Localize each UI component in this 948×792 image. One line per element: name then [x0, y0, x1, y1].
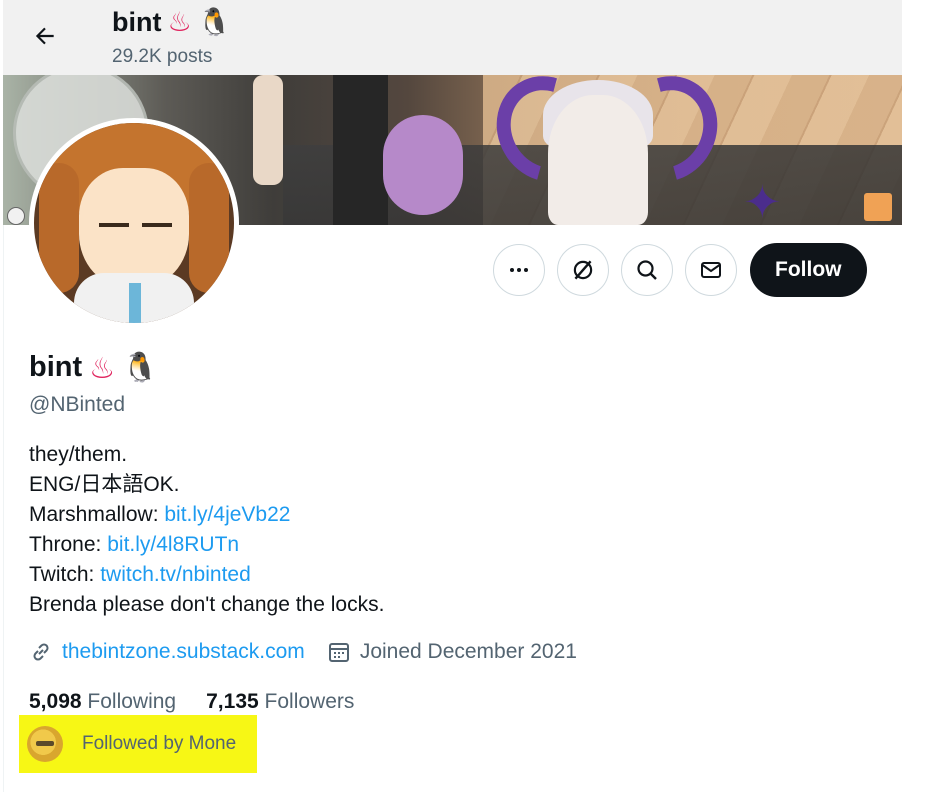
hotspring-emoji-icon: ♨ [89, 350, 116, 385]
search-icon [637, 260, 657, 280]
user-handle: @NBinted [29, 393, 126, 416]
link-icon [33, 643, 49, 661]
penguin-emoji-icon: 🐧 [197, 7, 232, 38]
bio-line: ENG/日本語OK. [29, 473, 180, 496]
grok-button[interactable] [557, 244, 609, 296]
message-icon [701, 262, 721, 278]
joined-item: Joined December 2021 [327, 640, 577, 664]
message-button[interactable] [685, 244, 737, 296]
bio-label: Marshmallow: [29, 503, 165, 526]
header-display-name: bint ♨ 🐧 [112, 6, 232, 39]
profile-meta: thebintzone.substack.com Joined December… [29, 640, 599, 664]
twitch-link[interactable]: twitch.tv/nbinted [100, 563, 251, 586]
bio-label: Throne: [29, 533, 108, 556]
profile-bio: they/them. ENG/日本語OK. Marshmallow: bit.l… [29, 440, 384, 620]
throne-link[interactable]: bit.ly/4l8RUTn [107, 533, 239, 556]
followed-by-row[interactable]: Followed by Mone [19, 715, 257, 773]
display-name: bint ♨ 🐧 [29, 350, 158, 385]
calendar-icon [328, 643, 349, 662]
profile-actions: Follow [493, 243, 867, 297]
more-icon [510, 268, 528, 272]
arrow-left-icon [35, 27, 54, 45]
marshmallow-link[interactable]: bit.ly/4jeVb22 [164, 503, 290, 526]
bio-line: Throne: bit.ly/4l8RUTn [29, 530, 384, 560]
followers-label: Followers [264, 690, 355, 713]
profile-header-bar: bint ♨ 🐧 29.2K posts [3, 0, 902, 75]
search-button[interactable] [621, 244, 673, 296]
bio-line: Marshmallow: bit.ly/4jeVb22 [29, 500, 384, 530]
page-background-right [903, 0, 948, 792]
joined-date: Joined December 2021 [359, 640, 577, 663]
website-item: thebintzone.substack.com [29, 640, 305, 664]
display-name-text: bint [29, 351, 83, 383]
followers-count-link[interactable]: 7,135 Followers [206, 690, 354, 714]
profile-avatar[interactable] [29, 118, 239, 328]
website-link[interactable]: thebintzone.substack.com [62, 640, 305, 664]
bio-line: Twitch: twitch.tv/nbinted [29, 560, 384, 590]
header-post-count: 29.2K posts [112, 46, 213, 67]
following-count: 5,098 [29, 690, 82, 713]
following-label: Following [87, 690, 177, 713]
follow-button[interactable]: Follow [750, 243, 867, 297]
more-button[interactable] [493, 244, 545, 296]
followers-count: 7,135 [206, 690, 259, 713]
bio-line: they/them. [29, 443, 128, 466]
follow-counts: 5,098 Following 7,135 Followers [29, 690, 384, 714]
back-button[interactable] [27, 18, 63, 54]
bio-label: Twitch: [29, 563, 101, 586]
camera-icon [7, 207, 25, 225]
bio-line: Brenda please don't change the locks. [29, 593, 385, 616]
penguin-emoji-icon: 🐧 [122, 350, 159, 384]
following-count-link[interactable]: 5,098 Following [29, 690, 176, 714]
hotspring-emoji-icon: ♨ [167, 6, 192, 38]
follower-avatar [27, 726, 63, 762]
followed-by-text: Followed by Mone [82, 733, 237, 754]
grok-icon [573, 260, 593, 280]
header-name-text: bint [112, 6, 162, 37]
